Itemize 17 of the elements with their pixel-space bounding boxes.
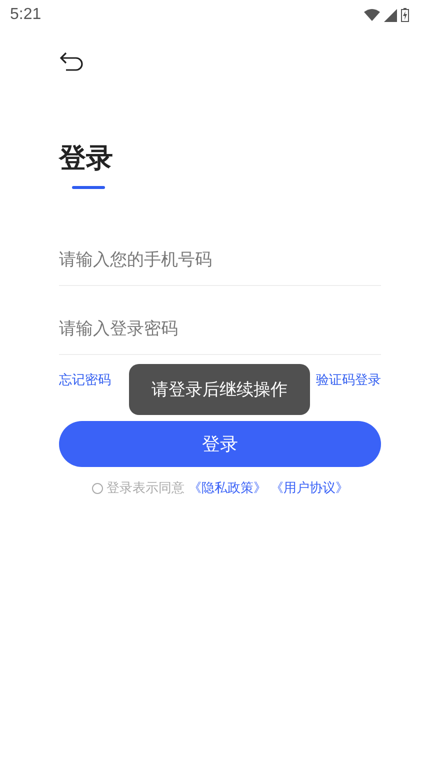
wifi-icon <box>364 9 380 21</box>
forgot-password-link[interactable]: 忘记密码 <box>59 371 111 389</box>
agreement-text: 登录表示同意 <box>106 480 184 497</box>
signal-icon <box>384 8 397 22</box>
privacy-link[interactable]: 《隐私政策》 <box>188 479 266 497</box>
toast-message: 请登录后继续操作 <box>129 364 310 415</box>
terms-link[interactable]: 《用户协议》 <box>270 479 348 497</box>
title-underline <box>72 186 105 189</box>
phone-field[interactable]: 请输入您的手机号码 <box>59 217 381 286</box>
password-field[interactable]: 请输入登录密码 <box>59 286 381 355</box>
status-time: 5:21 <box>10 6 42 24</box>
login-button[interactable]: 登录 <box>59 421 381 467</box>
agree-checkbox[interactable] <box>92 482 102 494</box>
sms-login-link[interactable]: 验证码登录 <box>316 371 381 389</box>
back-icon[interactable] <box>59 50 85 72</box>
page-title: 登录 <box>59 142 114 176</box>
battery-icon <box>401 8 409 22</box>
